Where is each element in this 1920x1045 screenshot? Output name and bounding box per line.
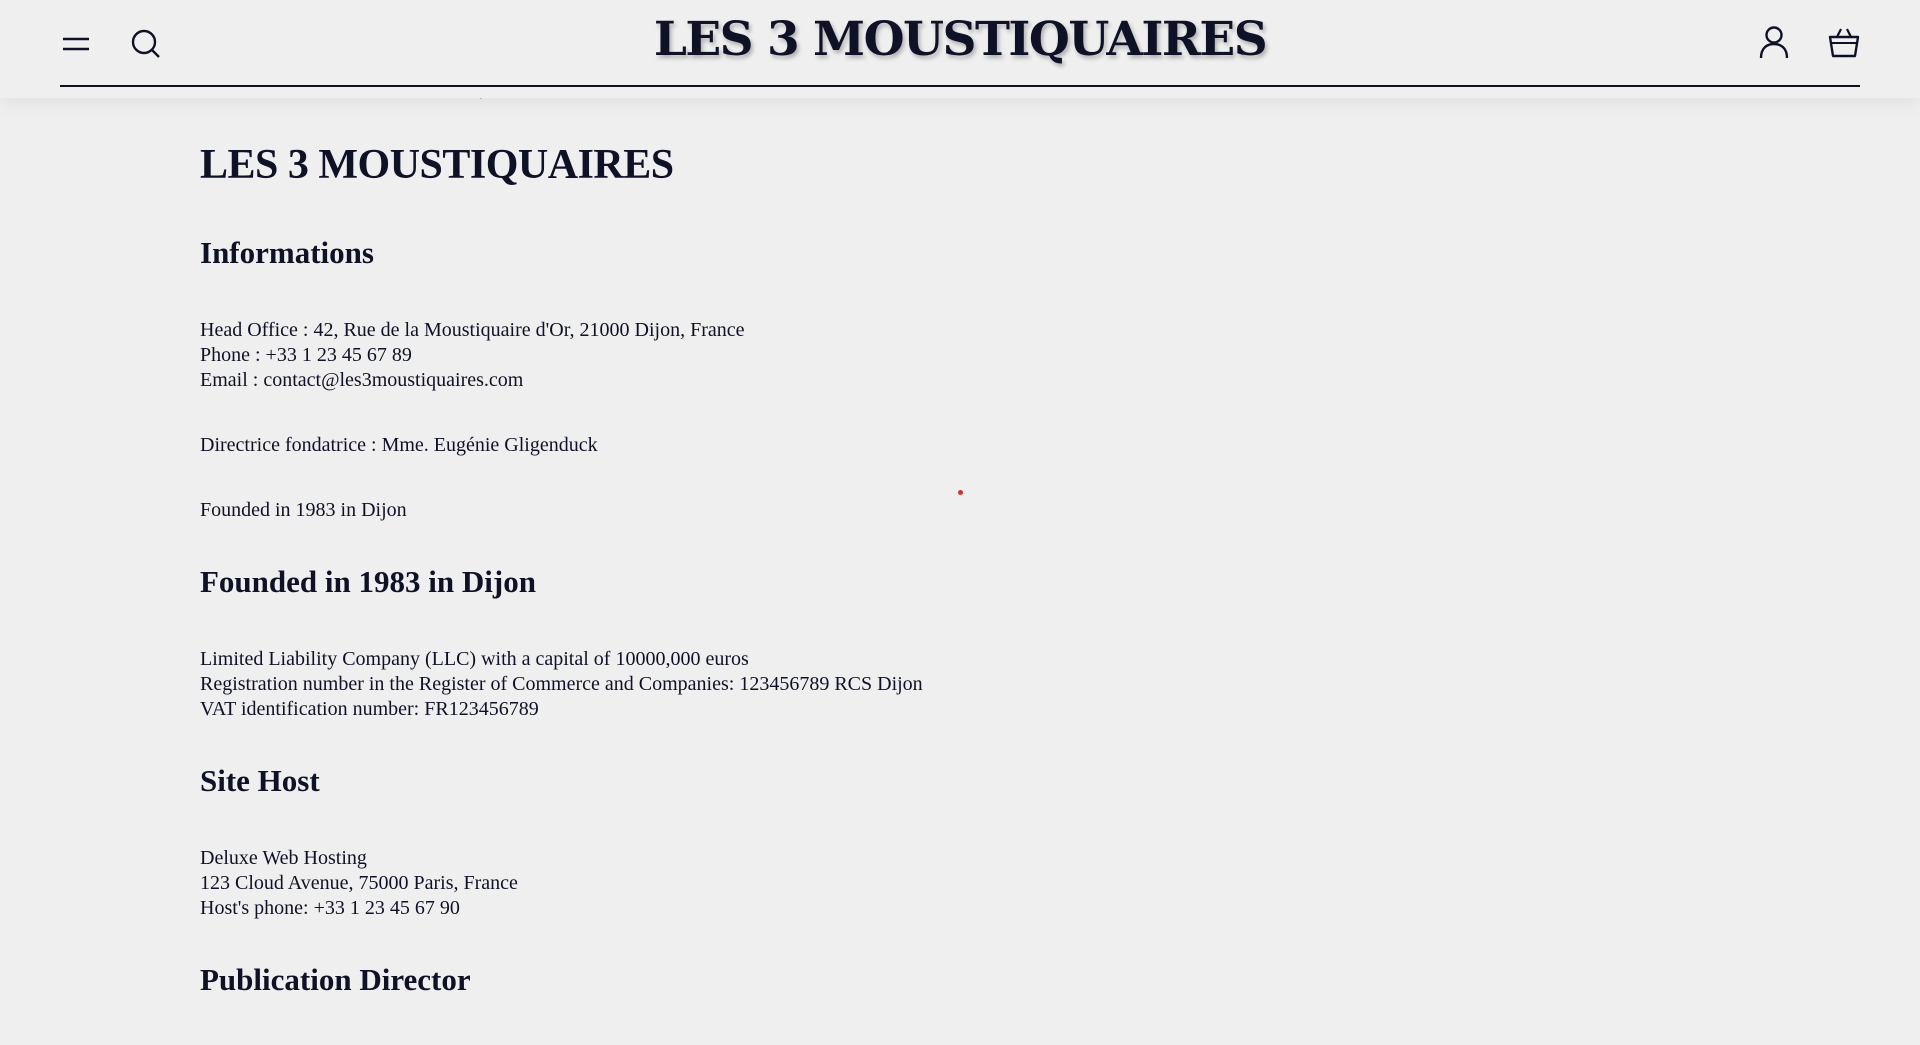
legal-notice-content: LES 3 MOUSTIQUAIRES Informations Head Off… bbox=[200, 138, 1600, 1045]
info-line: Host's phone: +33 1 23 45 67 90 bbox=[200, 897, 460, 919]
info-line: VAT identification number: FR123456789 bbox=[200, 698, 539, 720]
basket-icon bbox=[1828, 28, 1860, 58]
info-paragraph: Founded in 1983 in Dijon bbox=[200, 498, 1600, 523]
info-line: Head Office : 42, Rue de la Moustiquaire… bbox=[200, 319, 745, 341]
info-paragraph: Limited Liability Company (LLC) with a c… bbox=[200, 647, 1600, 722]
search-icon bbox=[131, 29, 160, 58]
info-paragraph: Deluxe Web Hosting 123 Cloud Avenue, 7500… bbox=[200, 846, 1600, 921]
site-logo-container: LES 3 MOUSTIQUAIRES bbox=[0, 12, 1920, 67]
info-line: Limited Liability Company (LLC) with a c… bbox=[200, 648, 749, 670]
section-heading: Publication Director bbox=[200, 962, 471, 997]
page-title: LES 3 MOUSTIQUAIRES bbox=[200, 142, 674, 188]
menu-icon bbox=[63, 37, 89, 51]
info-line: Phone : +33 1 23 45 67 89 bbox=[200, 344, 412, 366]
info-paragraph: Directrice fondatrice : Mme. Eugénie Gli… bbox=[200, 433, 1600, 458]
cart-button[interactable] bbox=[1822, 20, 1866, 64]
site-header: LES 3 MOUSTIQUAIRES bbox=[0, 0, 1920, 98]
header-divider bbox=[60, 85, 1860, 87]
info-line: Directrice fondatrice : Mme. Eugénie Gli… bbox=[200, 434, 598, 456]
account-button[interactable] bbox=[1752, 20, 1796, 64]
section-heading: Founded in 1983 in Dijon bbox=[200, 564, 536, 599]
site-logo[interactable]: LES 3 MOUSTIQUAIRES bbox=[654, 12, 1268, 67]
info-line: Founded in 1983 in Dijon bbox=[200, 499, 407, 521]
section-heading: Informations bbox=[200, 235, 374, 270]
search-button[interactable] bbox=[124, 22, 168, 66]
info-line: 123 Cloud Avenue, 75000 Paris, France bbox=[200, 872, 518, 894]
info-line: Deluxe Web Hosting bbox=[200, 847, 367, 869]
info-paragraph: Head Office : 42, Rue de la Moustiquaire… bbox=[200, 318, 1600, 393]
account-icon bbox=[1759, 26, 1789, 59]
menu-button[interactable] bbox=[54, 22, 98, 66]
info-line: Email : contact@les3moustiquaires.com bbox=[200, 369, 524, 391]
section-heading: Site Host bbox=[200, 763, 320, 798]
info-line: Registration number in the Register of C… bbox=[200, 673, 923, 695]
